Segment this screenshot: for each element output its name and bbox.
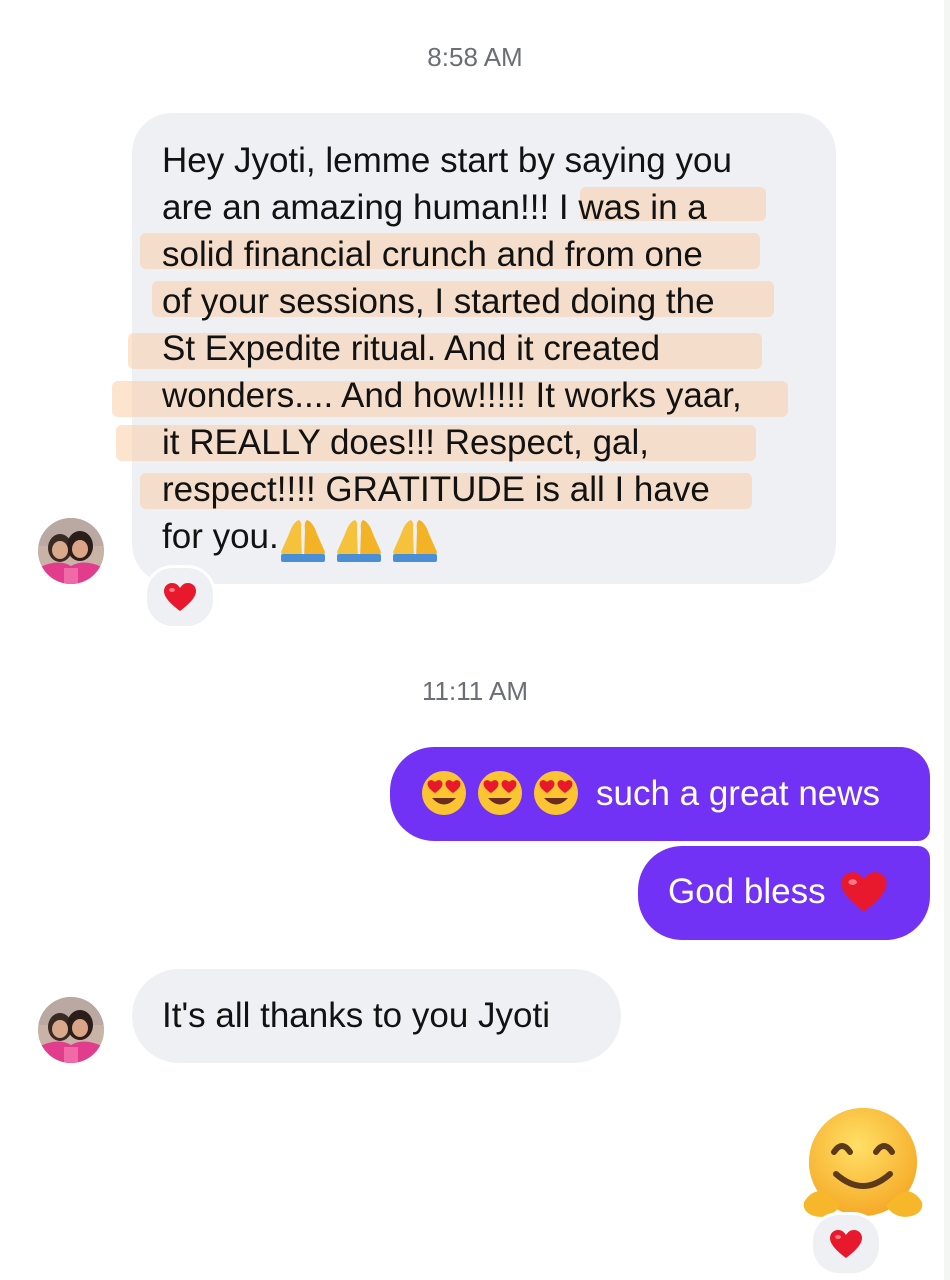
message-text: It's all thanks to you Jyoti bbox=[162, 996, 550, 1035]
outgoing-message-bubble[interactable]: such a great news bbox=[390, 747, 930, 841]
heart-eyes-icon bbox=[422, 771, 466, 815]
message-line: are an amazing human!!! I was in a bbox=[162, 188, 707, 227]
folded-hands-icon bbox=[280, 519, 325, 562]
heart-eyes-icon bbox=[534, 771, 578, 815]
red-heart-icon bbox=[841, 871, 887, 912]
outgoing-message-bubble[interactable]: God bless bbox=[638, 846, 930, 940]
incoming-message-bubble[interactable]: It's all thanks to you Jyoti bbox=[132, 969, 621, 1063]
incoming-message-bubble[interactable]: Hey Jyoti, lemme start by saying you are… bbox=[112, 113, 836, 584]
message-line: respect!!!! GRATITUDE is all I have bbox=[162, 470, 710, 509]
message-line: it REALLY does!!! Respect, gal, bbox=[162, 423, 650, 462]
message-last-line: for you. bbox=[162, 513, 822, 562]
contact-avatar[interactable] bbox=[38, 518, 104, 584]
message-line: St Expedite ritual. And it created bbox=[162, 329, 661, 368]
folded-hands-icon bbox=[392, 519, 437, 562]
message-line: Hey Jyoti, lemme start by saying you bbox=[162, 141, 732, 180]
avatar-photo bbox=[38, 997, 104, 1063]
message-text: God bless bbox=[668, 872, 826, 911]
heart-eyes-icon bbox=[478, 771, 522, 815]
right-edge-strip bbox=[944, 0, 950, 1280]
message-line: wonders.... And how!!!!! It works yaar, bbox=[162, 376, 742, 415]
message-line: for you. bbox=[162, 517, 279, 556]
heart-reaction[interactable] bbox=[144, 565, 216, 629]
timestamp-label: 11:11 AM bbox=[422, 676, 528, 706]
folded-hands-icon bbox=[336, 519, 381, 562]
message-content: such a great news bbox=[420, 769, 880, 817]
message-text: such a great news bbox=[596, 773, 881, 813]
red-heart-icon bbox=[164, 583, 196, 611]
message-line: solid financial crunch and from one bbox=[162, 235, 703, 274]
message-text: Hey Jyoti, lemme start by saying you are… bbox=[162, 137, 822, 562]
contact-avatar[interactable] bbox=[38, 997, 104, 1063]
hugging-face-icon[interactable] bbox=[800, 1106, 926, 1226]
avatar-photo bbox=[38, 518, 104, 584]
red-heart-icon bbox=[830, 1230, 862, 1258]
message-content: God bless bbox=[668, 868, 888, 915]
timestamp-label: 8:58 AM bbox=[427, 42, 523, 72]
message-line: of your sessions, I started doing the bbox=[162, 282, 715, 321]
heart-reaction[interactable] bbox=[810, 1212, 882, 1276]
